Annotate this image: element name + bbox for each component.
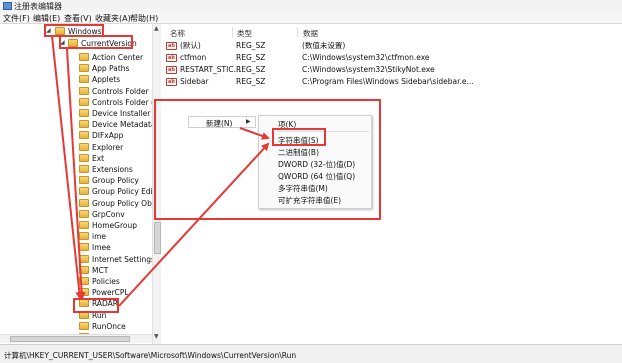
folder-icon [79,265,89,274]
tree-item[interactable]: Group Policy [79,175,139,186]
tree-item[interactable]: Controls Folder (W [79,97,159,108]
highlight-string-value [272,128,326,146]
menu-view[interactable]: 查看(V) [64,13,92,24]
value-row[interactable]: ab ctfmon [166,52,206,63]
tree-item[interactable]: Policies [79,276,120,287]
folder-icon [79,109,89,117]
value-row[interactable]: ab (默认) [166,40,201,51]
value-type: REG_SZ [236,53,266,62]
folder-icon [79,75,89,84]
folder-icon [79,176,89,185]
string-value-icon: ab [166,66,177,74]
string-value-icon: ab [166,54,177,62]
tree-item[interactable]: Ext [79,153,104,164]
string-value-icon: ab [166,78,177,86]
tree-item[interactable]: Group Policy Objec [79,198,159,209]
value-data: C:\Program Files\Windows Sidebar\sidebar… [302,77,474,86]
menu-bar: 文件(F) 编辑(E) 查看(V) 收藏夹(A) 帮助(H) [0,12,622,24]
scroll-up-icon[interactable]: ▲ [154,25,159,32]
tree-item[interactable]: ime [79,231,106,242]
scroll-thumb[interactable] [10,336,130,342]
folder-icon [79,232,89,241]
status-bar: 计算机\HKEY_CURRENT_USER\Software\Microsoft… [0,344,622,363]
scroll-thumb[interactable] [154,222,161,254]
tree-item[interactable]: Controls Folder [79,86,149,97]
folder-icon [79,142,89,151]
registry-path: 计算机\HKEY_CURRENT_USER\Software\Microsoft… [4,351,297,360]
menu-favorites[interactable]: 收藏夹(A) [95,13,131,24]
folder-icon [79,64,89,73]
highlight-context-menu [154,99,381,220]
highlight-run [73,298,119,313]
scroll-down-icon[interactable]: ▼ [154,333,159,340]
tree-item[interactable]: PowerCPL [79,287,129,298]
tree-item[interactable]: HomeGroup [79,220,137,231]
folder-icon [79,187,89,196]
folder-icon [79,198,89,207]
value-row[interactable]: ab Sidebar [166,76,209,87]
folder-icon [79,120,89,129]
value-type: REG_SZ [236,77,266,86]
folder-icon [79,131,89,140]
menu-edit[interactable]: 编辑(E) [33,13,60,24]
menu-help[interactable]: 帮助(H) [130,13,158,24]
folder-icon [79,97,89,106]
tree-item[interactable]: Device Installer [79,108,150,119]
value-data: C:\Windows\system32\ctfmon.exe [302,53,430,62]
window-title: 注册表编辑器 [14,2,62,11]
tree-item[interactable]: Applets [79,74,120,85]
value-data: (数值未设置) [302,41,346,50]
folder-icon [79,153,89,162]
tree-item[interactable]: Action Center [79,52,143,63]
tree-item[interactable]: DIFxApp [79,130,123,141]
folder-icon [79,53,89,61]
folder-icon [79,288,89,297]
tree-item[interactable]: RunOnce [79,321,126,332]
folder-icon [79,321,89,330]
title-bar: 注册表编辑器 [0,0,622,12]
registry-tree[interactable]: ◢ Windows ◢ CurrentVersion Action Center… [0,24,160,344]
folder-icon [79,277,89,285]
tree-item[interactable]: Imee [79,242,111,253]
column-divider[interactable] [297,27,298,37]
regedit-icon [3,2,12,10]
value-row[interactable]: ab RESTART_STIC... [166,64,241,75]
folder-icon [79,165,89,173]
column-header-type[interactable]: 类型 [237,28,252,39]
tree-item[interactable]: MCT [79,265,108,276]
highlight-currentversion [59,35,133,49]
value-data: C:\Windows\system32\StikyNot.exe [302,65,435,74]
menu-file[interactable]: 文件(F) [3,13,30,24]
folder-icon [79,243,89,252]
tree-item[interactable]: Group Policy Editor [79,186,159,197]
value-type: REG_SZ [236,65,266,74]
column-header-data[interactable]: 数据 [303,28,318,39]
tree-item[interactable]: Explorer [79,142,123,153]
folder-icon [79,86,89,95]
folder-icon [79,254,89,263]
tree-item[interactable]: GrpConv [79,209,125,220]
folder-icon [79,221,89,229]
column-header-name[interactable]: 名称 [170,28,185,39]
string-value-icon: ab [166,42,177,50]
tree-horizontal-scrollbar[interactable] [0,334,152,343]
tree-item[interactable]: Extensions [79,164,133,175]
folder-icon [79,209,89,218]
value-type: REG_SZ [236,41,266,50]
tree-item[interactable]: Device Metadata [79,119,156,130]
column-divider[interactable] [232,27,233,37]
tree-item[interactable]: Internet Settings [79,254,155,265]
tree-item[interactable]: App Paths [79,63,129,74]
